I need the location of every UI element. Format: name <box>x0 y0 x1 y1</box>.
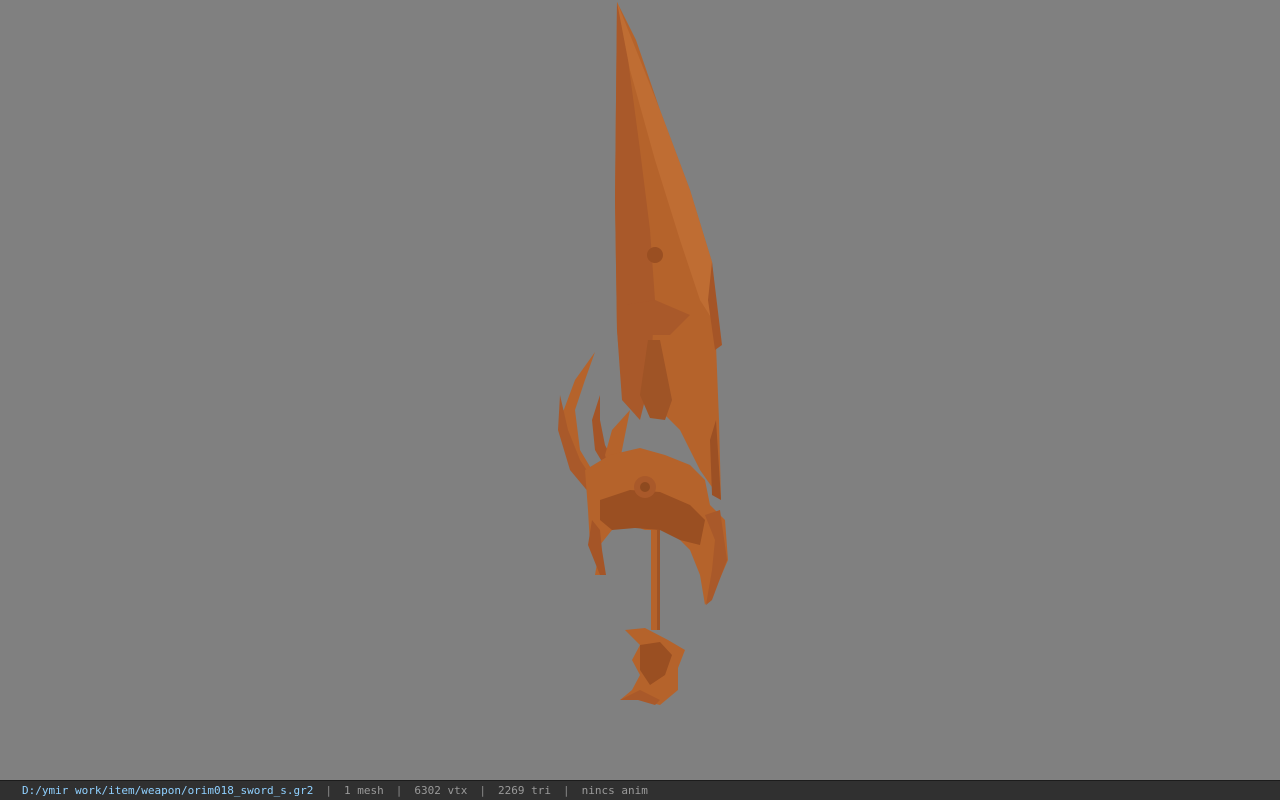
animation-status-text: nincs anim <box>581 784 648 797</box>
3d-viewport[interactable] <box>0 0 1280 780</box>
file-path-text: D:/ymir work/item/weapon/orim018_sword_s… <box>22 784 314 797</box>
blade-ornament-upper <box>647 247 663 263</box>
vertex-count-text: 6302 vtx <box>414 784 468 797</box>
grip-shadow <box>657 530 660 630</box>
triangle-count-text: 2269 tri <box>498 784 551 797</box>
status-bar: D:/ymir work/item/weapon/orim018_sword_s… <box>0 780 1280 800</box>
status-separator: | <box>395 784 403 797</box>
sword-model[interactable] <box>0 0 1280 780</box>
status-separator: | <box>479 784 487 797</box>
guard-gem-inner <box>640 482 650 492</box>
mesh-count-text: 1 mesh <box>344 784 384 797</box>
status-separator: | <box>325 784 333 797</box>
status-separator: | <box>563 784 570 797</box>
